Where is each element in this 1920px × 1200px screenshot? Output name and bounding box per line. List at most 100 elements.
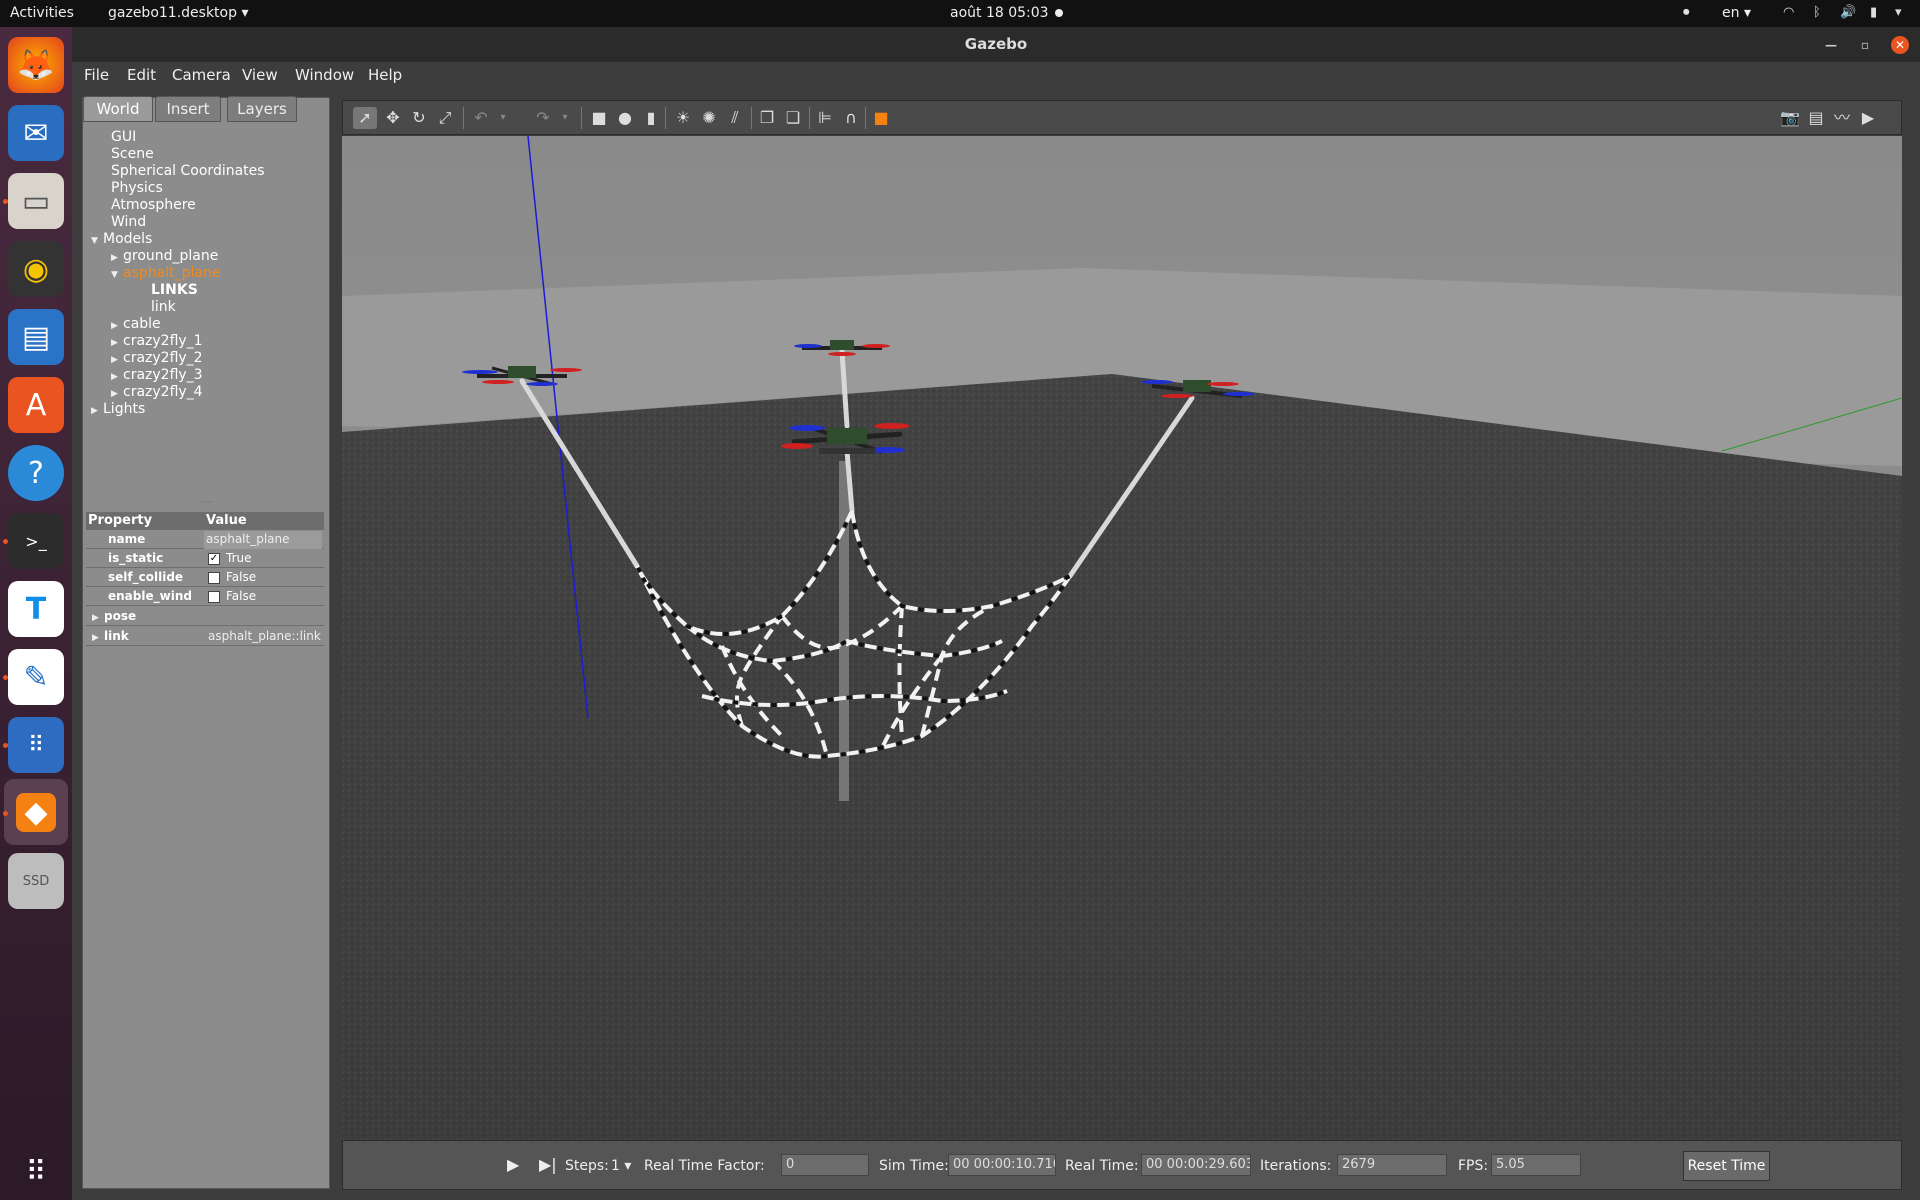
- firefox-icon[interactable]: 🦊: [8, 37, 64, 93]
- minimize-icon[interactable]: —: [1822, 36, 1840, 54]
- ssd-drive-icon[interactable]: SSD: [8, 853, 64, 909]
- tree-item-crazy2fly-2[interactable]: ▶ crazy2fly_2: [111, 350, 203, 367]
- step-icon[interactable]: ▶|: [539, 1155, 557, 1174]
- steps-label: Steps:: [565, 1158, 609, 1174]
- battery-icon[interactable]: ▮: [1870, 5, 1877, 20]
- clock[interactable]: août 18 05:03: [950, 5, 1049, 21]
- menu-camera[interactable]: Camera: [172, 66, 231, 84]
- volume-icon[interactable]: 🔊: [1840, 5, 1856, 20]
- sphere-shape-icon[interactable]: ●: [613, 107, 637, 129]
- splitter-handle[interactable]: ·····: [83, 499, 329, 507]
- collapsed-arrow-icon[interactable]: ▶: [91, 403, 103, 420]
- snap-icon[interactable]: ∩: [839, 107, 863, 129]
- paste-icon[interactable]: ❏: [781, 107, 805, 129]
- view-angle-icon[interactable]: ■: [869, 107, 893, 129]
- menu-window[interactable]: Window: [295, 66, 354, 84]
- camera-indicator-icon[interactable]: ⏺: [1683, 5, 1690, 20]
- rhythmbox-icon[interactable]: ◉: [8, 241, 64, 297]
- enable-wind-checkbox[interactable]: False: [208, 588, 256, 606]
- help-icon[interactable]: ?: [8, 445, 64, 501]
- video-record-icon[interactable]: ▶: [1856, 107, 1880, 129]
- steps-spinbox[interactable]: 1 ▾: [611, 1158, 631, 1174]
- log-icon[interactable]: ▤: [1804, 107, 1828, 129]
- tree-item-models[interactable]: ▼ Models: [91, 231, 152, 248]
- tab-world[interactable]: World: [83, 96, 153, 122]
- tree-item-wind[interactable]: Wind: [111, 214, 146, 231]
- screenshot-icon[interactable]: 📷: [1778, 107, 1802, 129]
- redo-history-icon[interactable]: ▾: [553, 107, 577, 129]
- directional-light-icon[interactable]: ⫽: [723, 107, 747, 129]
- collapsed-arrow-icon[interactable]: ▶: [92, 630, 104, 646]
- menu-file[interactable]: File: [84, 66, 109, 84]
- name-field[interactable]: asphalt_plane: [204, 531, 322, 549]
- gazebo-icon[interactable]: ◆: [4, 779, 68, 845]
- tab-layers[interactable]: Layers: [227, 96, 297, 122]
- checkbox-unchecked-icon[interactable]: [208, 590, 220, 603]
- thunderbird-icon[interactable]: ✉: [8, 105, 64, 161]
- maximize-icon[interactable]: ▫: [1856, 36, 1874, 54]
- tree-item-scene[interactable]: Scene: [111, 146, 154, 163]
- reset-time-button[interactable]: Reset Time: [1683, 1151, 1770, 1181]
- app-grid-icon[interactable]: ⠿: [8, 717, 64, 773]
- wifi-icon[interactable]: ◠: [1783, 5, 1794, 20]
- close-icon[interactable]: ✕: [1891, 36, 1909, 54]
- gazebo-logo: ◆: [16, 792, 56, 832]
- tree-item-crazy2fly-3[interactable]: ▶ crazy2fly_3: [111, 367, 203, 384]
- scale-mode-icon[interactable]: ⤢: [433, 107, 457, 129]
- tree-item-link[interactable]: link: [151, 299, 176, 316]
- tree-item-lights[interactable]: ▶ Lights: [91, 401, 145, 418]
- libreoffice-writer-icon[interactable]: ▤: [8, 309, 64, 365]
- is-static-checkbox[interactable]: ✓ True: [208, 550, 252, 568]
- toolbar-separator: [865, 107, 866, 129]
- tab-insert[interactable]: Insert: [155, 96, 221, 122]
- align-icon[interactable]: ⊫: [813, 107, 837, 129]
- tree-item-crazy2fly-1[interactable]: ▶ crazy2fly_1: [111, 333, 203, 350]
- app-center-icon[interactable]: A: [8, 377, 64, 433]
- menu-view[interactable]: View: [242, 66, 278, 84]
- menu-edit[interactable]: Edit: [127, 66, 156, 84]
- tree-item-ground-plane[interactable]: ▶ ground_plane: [111, 248, 218, 265]
- checkbox-checked-icon[interactable]: ✓: [208, 552, 220, 565]
- checkbox-unchecked-icon[interactable]: [208, 571, 220, 584]
- select-mode-icon[interactable]: ➚: [353, 107, 377, 129]
- bluetooth-icon[interactable]: ᛒ: [1813, 5, 1821, 20]
- copy-icon[interactable]: ❐: [755, 107, 779, 129]
- plot-icon[interactable]: 〰: [1830, 107, 1854, 129]
- title-bar[interactable]: Gazebo — ▫ ✕: [72, 27, 1920, 62]
- files-icon[interactable]: ▭: [8, 173, 64, 229]
- text-editor-icon[interactable]: ✎: [8, 649, 64, 705]
- 3d-viewport[interactable]: [342, 136, 1902, 1140]
- language-selector[interactable]: en ▾: [1722, 5, 1751, 21]
- cylinder-shape-icon[interactable]: ▮: [639, 107, 663, 129]
- redo-icon[interactable]: ↷: [531, 107, 555, 129]
- tree-item-atmosphere[interactable]: Atmosphere: [111, 197, 196, 214]
- rotate-mode-icon[interactable]: ↻: [407, 107, 431, 129]
- expanded-arrow-icon[interactable]: ▼: [91, 233, 103, 250]
- teamviewer-icon[interactable]: T: [8, 581, 64, 637]
- play-icon[interactable]: ▶: [507, 1155, 519, 1174]
- point-light-icon[interactable]: ☀: [671, 107, 695, 129]
- tree-item-gui[interactable]: GUI: [111, 129, 136, 146]
- system-menu-icon[interactable]: ▾: [1895, 5, 1902, 20]
- spot-light-icon[interactable]: ✺: [697, 107, 721, 129]
- expanded-arrow-icon[interactable]: ▼: [111, 267, 123, 284]
- translate-mode-icon[interactable]: ✥: [381, 107, 405, 129]
- tree-item-cable[interactable]: ▶ cable: [111, 316, 161, 333]
- undo-icon[interactable]: ↶: [469, 107, 493, 129]
- terminal-icon[interactable]: >_: [8, 513, 64, 569]
- menu-help[interactable]: Help: [368, 66, 402, 84]
- tree-item-spherical-coordinates[interactable]: Spherical Coordinates: [111, 163, 265, 180]
- box-shape-icon[interactable]: ■: [587, 107, 611, 129]
- collapsed-arrow-icon[interactable]: ▶: [92, 610, 104, 626]
- tree-item-physics[interactable]: Physics: [111, 180, 163, 197]
- undo-history-icon[interactable]: ▾: [491, 107, 515, 129]
- property-row-link[interactable]: ▶ link asphalt_plane::link: [86, 628, 324, 646]
- property-row-pose[interactable]: ▶ pose: [86, 608, 324, 626]
- show-apps-icon[interactable]: ⠿: [8, 1143, 64, 1199]
- tree-item-links[interactable]: LINKS: [151, 282, 198, 299]
- self-collide-checkbox[interactable]: False: [208, 569, 256, 587]
- tree-item-asphalt-plane[interactable]: ▼ asphalt_plane: [111, 265, 220, 282]
- tree-item-crazy2fly-4[interactable]: ▶ crazy2fly_4: [111, 384, 203, 401]
- app-menu[interactable]: gazebo11.desktop ▾: [108, 5, 248, 21]
- activities-button[interactable]: Activities: [10, 5, 74, 21]
